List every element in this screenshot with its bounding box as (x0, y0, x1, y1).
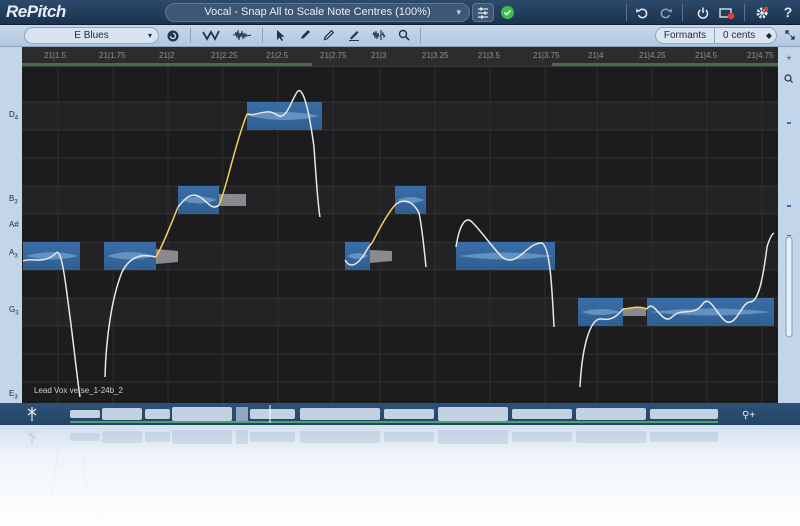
pointer-tool-icon[interactable] (272, 27, 290, 44)
cents-field[interactable]: 0 cents ◆ (715, 27, 777, 44)
line-tool-icon[interactable] (345, 27, 363, 44)
pitch-editor[interactable]: 21|1.5 21|1.75 21|2 21|2.25 21|2.5 21|2.… (22, 47, 778, 403)
scale-label: E Blues (74, 30, 109, 41)
scale-select[interactable]: E Blues ▾ (24, 27, 159, 44)
preset-settings-button[interactable] (472, 3, 494, 22)
preset-label: Vocal - Snap All to Scale Note Centres (… (204, 6, 431, 18)
stepper-icon[interactable]: ◆ (766, 28, 772, 43)
reflection (0, 425, 800, 526)
track-name: Lead Vox verse_1-24b_2 (34, 386, 123, 395)
note-label-asharp: A# (9, 220, 19, 229)
pencil-tool-icon[interactable] (320, 27, 338, 44)
title-bar: RePitch Vocal - Snap All to Scale Note C… (0, 0, 800, 25)
note-label-a3: A3 (9, 248, 18, 260)
help-icon[interactable]: ? (778, 3, 798, 22)
divider (626, 4, 627, 21)
formants-button[interactable]: Formants (655, 27, 715, 44)
note-label-d4: D4 (9, 110, 19, 122)
note-blob[interactable] (578, 298, 623, 326)
note-label-e3: E3 (9, 389, 18, 401)
note-label-g3: G3 (9, 305, 19, 317)
chevron-down-icon: ▾ (456, 7, 461, 17)
note-blob[interactable] (395, 186, 426, 214)
note-blobs[interactable] (22, 47, 778, 403)
svg-text:+: + (786, 53, 791, 63)
gear-icon[interactable] (752, 3, 772, 22)
preset-select[interactable]: Vocal - Snap All to Scale Note Centres (… (165, 3, 470, 22)
divider (190, 28, 191, 43)
divider (744, 4, 745, 21)
note-blob[interactable] (456, 242, 555, 270)
overview-zoom-icon: ⚲+ (742, 410, 755, 421)
note-blob[interactable] (345, 242, 370, 270)
divider (262, 28, 263, 43)
vertical-scroll-gutter: + (778, 47, 800, 403)
tuning-fork-icon (27, 407, 37, 421)
app-logo: RePitch (6, 2, 66, 21)
sliders-icon (478, 7, 488, 19)
expand-icon[interactable] (782, 27, 798, 44)
undo-icon[interactable] (632, 3, 652, 22)
pitch-pen-tool-icon[interactable] (296, 27, 314, 44)
overview-bar[interactable]: ⚲+ (0, 403, 800, 425)
status-ok-icon (501, 6, 514, 19)
vertical-scrollbar (785, 236, 793, 338)
divider (682, 4, 683, 21)
waveform-tool-icon[interactable] (230, 27, 254, 44)
redo-icon[interactable] (656, 3, 676, 22)
note-gutter: D4 B3 A# A3 G3 E3 (0, 47, 22, 403)
power-icon[interactable] (693, 3, 713, 22)
unvoiced-segment (370, 250, 392, 263)
snap-icon[interactable] (164, 27, 182, 44)
toolbar: E Blues ▾ Formants 0 cents ◆ (0, 25, 800, 47)
pitch-curve-tool-icon[interactable] (200, 27, 224, 44)
overview-waveform (70, 407, 718, 421)
note-label-b3: B3 (9, 194, 18, 206)
bypass-icon[interactable] (717, 3, 737, 22)
divider (420, 28, 421, 43)
chevron-down-icon: ▾ (147, 31, 152, 40)
cents-value: 0 cents (723, 30, 756, 41)
zoom-tool-icon[interactable] (395, 27, 413, 44)
split-tool-icon[interactable] (370, 27, 388, 44)
